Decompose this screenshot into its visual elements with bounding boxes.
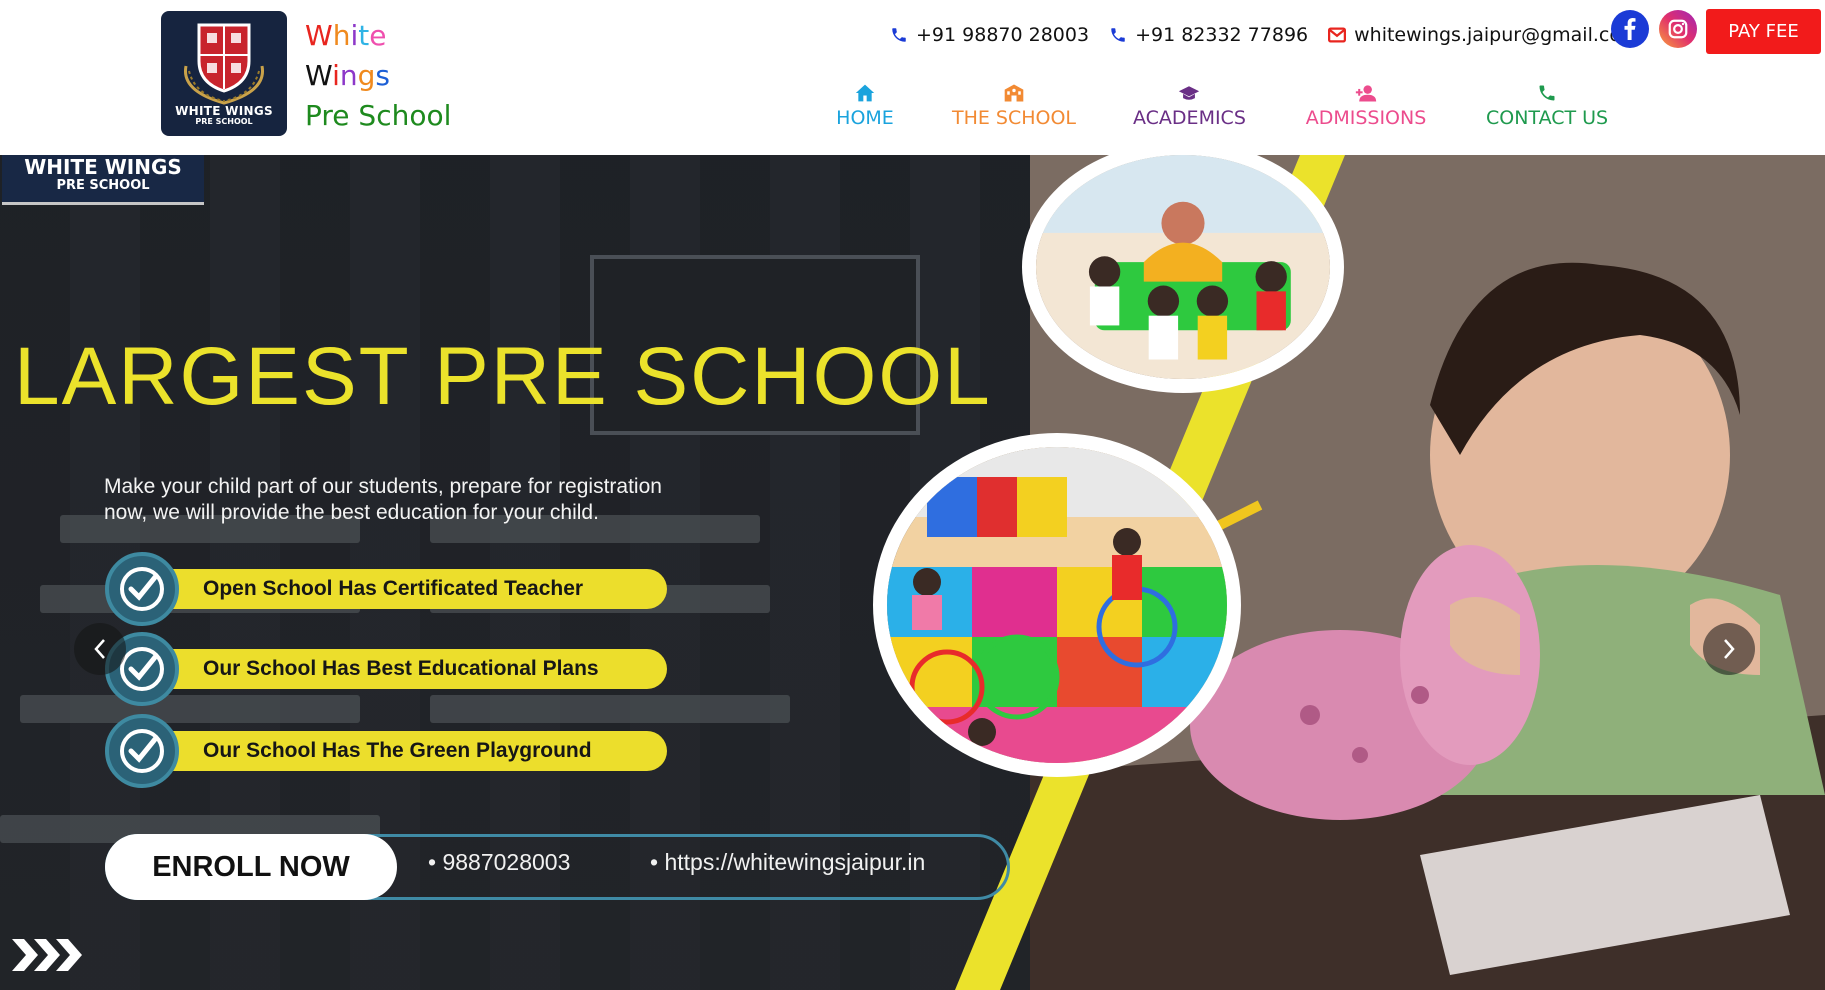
carousel-next-button[interactable] — [1703, 623, 1755, 675]
enroll-website[interactable]: • https://whitewingsjaipur.in — [650, 849, 925, 876]
instagram-button[interactable] — [1659, 10, 1697, 48]
brand-name[interactable]: White Wings Pre School — [305, 16, 451, 136]
phone-2-text: +91 82332 77896 — [1135, 24, 1309, 46]
home-icon — [855, 84, 875, 102]
email-link[interactable]: whitewings.jaipur@gmail.com — [1328, 24, 1640, 46]
feature-label: Open School Has Certificated Teacher — [203, 577, 584, 600]
hero-subtext: Make your child part of our students, pr… — [104, 474, 804, 526]
enroll-website-text: https://whitewingsjaipur.in — [664, 849, 926, 875]
nav-academics[interactable]: ACADEMICS — [1133, 82, 1246, 129]
enroll-now-button[interactable]: ENROLL NOW — [105, 834, 397, 900]
phone-icon — [892, 28, 906, 42]
nav-contact-us-label: CONTACT US — [1486, 107, 1609, 129]
enroll-phone-text: 9887028003 — [442, 849, 571, 875]
brand-letter: n — [339, 59, 358, 92]
shield-crest-icon — [183, 23, 265, 105]
phone-icon — [1111, 28, 1125, 42]
hero-subtext-line1: Make your child part of our students, pr… — [104, 475, 662, 498]
feature-item: Our School Has The Green Playground — [105, 714, 667, 788]
email-text: whitewings.jaipur@gmail.com — [1354, 24, 1640, 46]
brand-name-row1: White — [305, 16, 451, 56]
brand-letter: W — [305, 19, 333, 52]
enroll-phone[interactable]: • 9887028003 — [428, 849, 570, 876]
logo-caption-line1: WHITE WINGS — [175, 104, 273, 118]
checkmark-icon — [105, 552, 179, 626]
nav-home-label: HOME — [836, 107, 894, 129]
brand-letter: s — [375, 59, 390, 92]
school-logo[interactable]: WHITE WINGS PRE SCHOOL — [161, 11, 287, 136]
brand-letter: t — [358, 19, 370, 52]
phone-1-text: +91 98870 28003 — [916, 24, 1090, 46]
site-header: WHITE WINGS PRE SCHOOL White Wings Pre S… — [0, 0, 1825, 155]
playground-photo — [873, 433, 1241, 777]
feature-item: Open School Has Certificated Teacher — [105, 552, 667, 626]
feature-pill: Open School Has Certificated Teacher — [157, 569, 667, 609]
kids-playroom-illustration — [887, 447, 1227, 763]
triple-chevron-icon — [12, 939, 82, 971]
nav-academics-label: ACADEMICS — [1133, 107, 1246, 129]
instagram-icon — [1668, 19, 1688, 39]
chevron-right-icon — [1724, 639, 1735, 659]
contact-bar: +91 98870 28003 +91 82332 77896 whitewin… — [890, 20, 1660, 50]
hero-slider: WHITE WINGS PRE SCHOOL LARGEST PRE SCHOO… — [0, 155, 1825, 990]
chevron-left-icon — [94, 639, 105, 659]
checkmark-icon — [105, 714, 179, 788]
phone-2[interactable]: +91 82332 77896 — [1109, 24, 1308, 46]
nav-contact-us[interactable]: CONTACT US — [1486, 82, 1608, 129]
feature-pill: Our School Has Best Educational Plans — [157, 649, 667, 689]
teacher-with-kids-illustration — [1036, 155, 1330, 379]
mail-icon — [1328, 27, 1347, 43]
phone-icon — [1539, 85, 1555, 101]
feature-label: Our School Has Best Educational Plans — [203, 657, 599, 680]
nav-the-school-label: THE SCHOOL — [951, 107, 1077, 129]
carousel-prev-button[interactable] — [74, 623, 126, 675]
facebook-icon — [1624, 18, 1636, 40]
brand-letter: i — [332, 59, 340, 92]
brand-letter: h — [332, 19, 351, 52]
brand-name-row2: Wings — [305, 56, 451, 96]
feature-item: Our School Has Best Educational Plans — [105, 632, 667, 706]
brand-letter: g — [357, 59, 376, 92]
facebook-button[interactable] — [1611, 10, 1649, 48]
graduation-cap-icon — [1178, 86, 1200, 100]
feature-pill: Our School Has The Green Playground — [157, 731, 667, 771]
hero-badge: WHITE WINGS PRE SCHOOL — [2, 155, 204, 205]
logo-caption: WHITE WINGS PRE SCHOOL — [161, 105, 287, 126]
hero-badge-line2: PRE SCHOOL — [56, 178, 150, 193]
nav-the-school[interactable]: THE SCHOOL — [950, 82, 1078, 129]
feature-label: Our School Has The Green Playground — [203, 739, 592, 762]
hero-headline: LARGEST PRE SCHOOL — [14, 331, 992, 422]
nav-home[interactable]: HOME — [834, 82, 896, 129]
nav-admissions[interactable]: ADMISSIONS — [1304, 82, 1428, 129]
pay-fee-button[interactable]: PAY FEE — [1706, 9, 1821, 54]
logo-caption-line2: PRE SCHOOL — [195, 117, 253, 126]
nav-admissions-label: ADMISSIONS — [1305, 107, 1427, 129]
brand-letter: e — [369, 19, 387, 52]
brand-name-row3: Pre School — [305, 99, 452, 132]
user-plus-icon — [1355, 85, 1377, 102]
hero-badge-line1: WHITE WINGS — [24, 155, 182, 179]
school-icon — [1004, 84, 1024, 102]
hero-subtext-line2: now, we will provide the best education … — [104, 501, 599, 524]
brand-letter: W — [305, 59, 333, 92]
phone-1[interactable]: +91 98870 28003 — [890, 24, 1089, 46]
